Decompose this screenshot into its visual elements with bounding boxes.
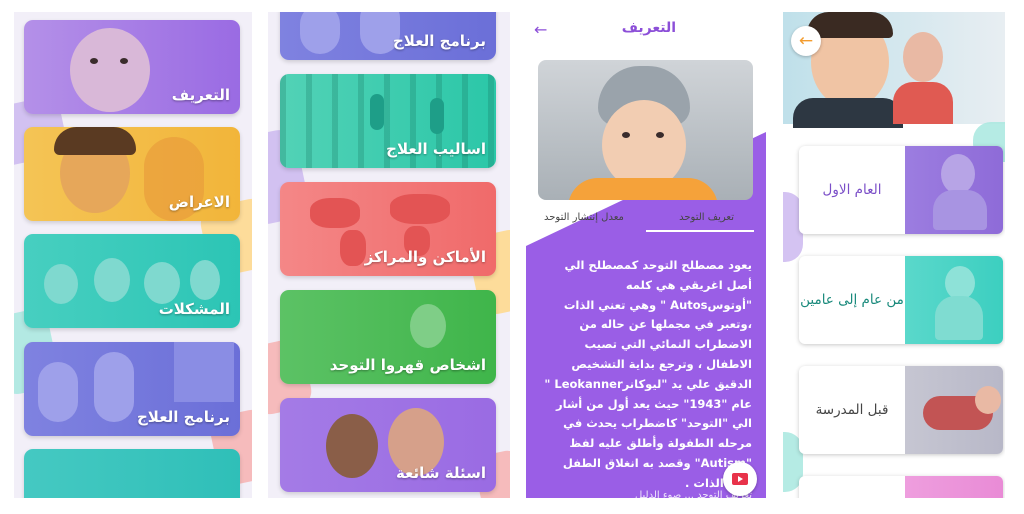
page-title: التعريف: [621, 20, 676, 36]
child-eye: [656, 132, 664, 138]
toddler-face: [945, 266, 975, 300]
child-silhouette: [44, 264, 78, 304]
child-silhouette: [370, 94, 384, 130]
screen-categories-2: برنامج العلاج اساليب العلاج الأماكن والم…: [268, 12, 510, 498]
category-card-people-overcame[interactable]: اشخاص قهروا التوحد: [280, 290, 496, 384]
child-silhouette: [300, 12, 340, 54]
category-label: الاعراض: [168, 193, 230, 211]
child-shirt: [893, 82, 953, 124]
category-label: الأماكن والمراكز: [364, 248, 486, 266]
hero-photo: [783, 12, 1005, 128]
child-silhouette: [94, 258, 130, 302]
child-face: [410, 304, 446, 348]
category-label: برنامج العلاج: [393, 32, 486, 50]
child-eye: [622, 132, 630, 138]
category-label: المشكلات: [158, 300, 230, 318]
video-play-icon: [732, 473, 748, 485]
child-face: [903, 32, 943, 82]
toddler-photo: [905, 256, 1003, 344]
stage-card-first-year[interactable]: العام الاول: [799, 146, 1003, 234]
stage-card-partial[interactable]: [799, 476, 1003, 498]
video-play-button[interactable]: [723, 462, 757, 496]
continent: [310, 198, 360, 228]
child-hair: [807, 12, 893, 38]
category-card-definition[interactable]: التعريف: [24, 20, 240, 114]
continent: [390, 194, 450, 224]
category-card-treatment-program[interactable]: برنامج العلاج: [280, 12, 496, 60]
baby-face: [941, 154, 975, 194]
stage-label: العام الاول: [822, 182, 882, 198]
child-shirt: [568, 178, 718, 200]
category-card-partial[interactable]: [24, 449, 240, 498]
definition-text: يعود مصطلح التوحد كمصطلح الي أصل اغريقي …: [544, 258, 752, 490]
child-eye: [120, 58, 128, 64]
arrow-left-icon[interactable]: ←: [791, 26, 821, 56]
stage-card-preschool[interactable]: قبل المدرسة: [799, 366, 1003, 454]
tab-bar: تعريف التوحد معدل إنتشار التوحد: [536, 210, 756, 234]
category-label: اساليب العلاج: [386, 140, 486, 158]
toddler-body: [935, 296, 983, 340]
teacher-silhouette: [94, 352, 134, 422]
stage-card-one-to-two[interactable]: من عام إلى عامين: [799, 256, 1003, 344]
child-face: [975, 386, 1001, 414]
child-silhouette: [430, 98, 444, 134]
child-face: [326, 414, 378, 478]
card-photo: [905, 476, 1003, 498]
tab-prevalence-rate[interactable]: معدل إنتشار التوحد: [544, 212, 624, 223]
screen-definition: ← التعريف تعريف التوحد معدل إنتشار التوح…: [526, 12, 766, 498]
category-card-treatment-methods[interactable]: اساليب العلاج: [280, 74, 496, 168]
category-card-places-centers[interactable]: الأماكن والمراكز: [280, 182, 496, 276]
wall-board: [174, 342, 234, 402]
category-card-faq[interactable]: اسئلة شائعة: [280, 398, 496, 492]
category-card-problems[interactable]: المشكلات: [24, 234, 240, 328]
stage-label: قبل المدرسة: [815, 402, 889, 418]
child-photo: [905, 366, 1003, 454]
child-eye: [90, 58, 98, 64]
child-silhouette: [190, 260, 220, 300]
child-silhouette: [38, 362, 78, 422]
stage-label: من عام إلى عامين: [800, 292, 904, 308]
child-silhouette: [144, 262, 180, 304]
child-shirt: [793, 98, 903, 128]
baby-photo: [905, 146, 1003, 234]
baby-body: [933, 190, 987, 230]
child-face: [602, 100, 686, 190]
category-label: اشخاص قهروا التوحد: [329, 356, 486, 374]
category-card-treatment-program[interactable]: برنامج العلاج: [24, 342, 240, 436]
child-face: [70, 28, 150, 112]
category-card-symptoms[interactable]: الاعراض: [24, 127, 240, 221]
hero-photo: [538, 60, 753, 200]
card-photo: [24, 449, 240, 498]
category-label: برنامج العلاج: [137, 408, 230, 426]
category-label: التعريف: [171, 86, 230, 104]
child-hair: [54, 127, 136, 155]
screen-stages: ← العام الاول من عام إلى عامين قبل المدر…: [783, 12, 1005, 498]
screen-categories-1: التعريف الاعراض المشكلات برنامج العلاج: [14, 12, 252, 498]
app-header: ← التعريف: [526, 12, 766, 50]
tab-indicator: [646, 230, 754, 232]
tab-autism-definition[interactable]: تعريف التوحد: [679, 212, 734, 223]
continent: [340, 230, 366, 266]
arrow-left-icon[interactable]: ←: [534, 20, 547, 39]
category-label: اسئلة شائعة: [395, 464, 486, 482]
